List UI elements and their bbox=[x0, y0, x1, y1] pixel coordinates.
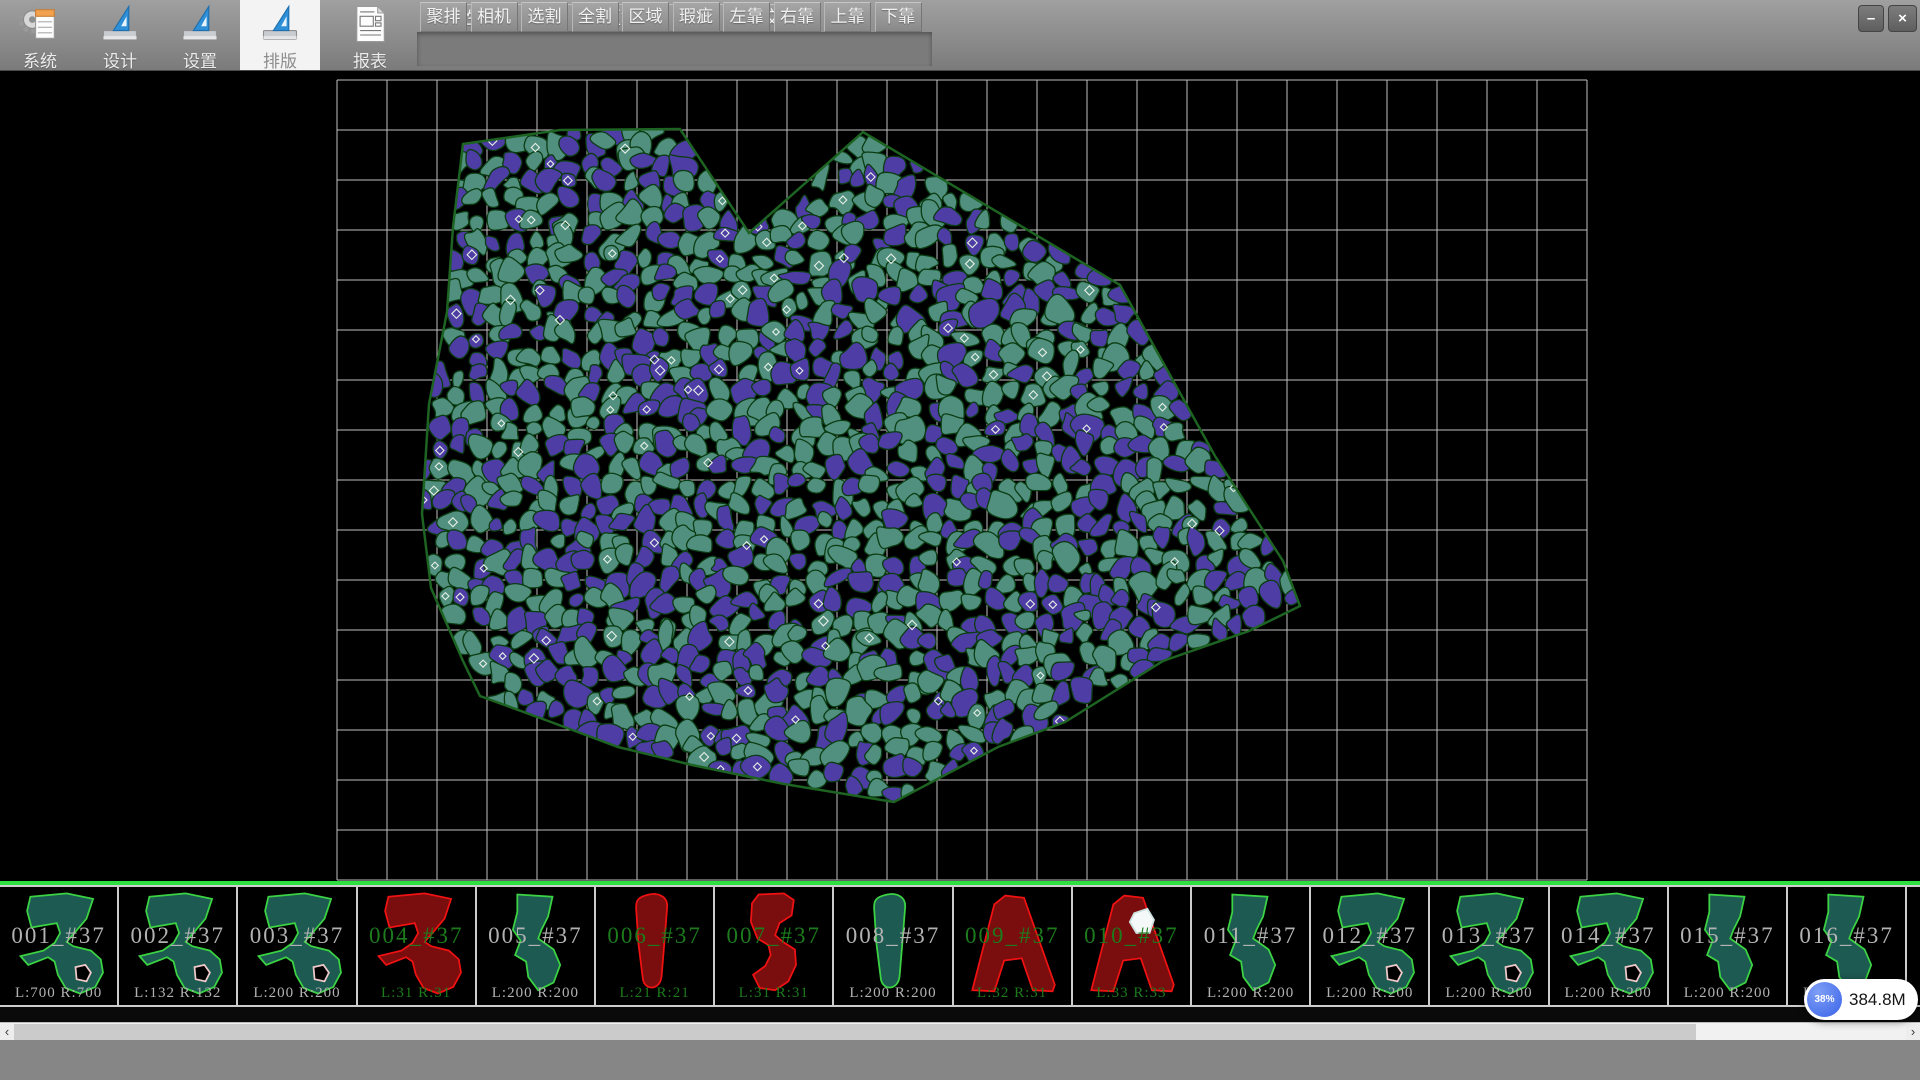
titlebar: 系统设计设置排版报表 属性编辑区域排料交互 聚排相机选割全割区域瑕疵左靠右靠上靠… bbox=[0, 0, 1920, 71]
piece-id-label: 002_#37 bbox=[119, 923, 236, 949]
app-tab-settings[interactable]: 设置 bbox=[160, 0, 240, 70]
piece-id-label: 003_#37 bbox=[238, 923, 355, 949]
tool-button-camera[interactable]: 相机 bbox=[471, 2, 518, 32]
piece-lr-label: L:200 R:200 bbox=[238, 985, 355, 1002]
tool-panel bbox=[417, 32, 932, 66]
piece-id-label: 013_#37 bbox=[1430, 923, 1547, 949]
app-tab-system[interactable]: 系统 bbox=[0, 0, 80, 70]
piece-id-label: 006_#37 bbox=[596, 923, 713, 949]
minimize-button[interactable]: – bbox=[1858, 5, 1884, 32]
thumbnail-cell[interactable]: 009_#37 L:32 R:31 bbox=[954, 887, 1073, 1005]
thumbnail-cell[interactable]: 006_#37 L:21 R:21 bbox=[596, 887, 715, 1005]
app-tab-label: 设置 bbox=[160, 47, 240, 72]
piece-lr-label: L:700 R:700 bbox=[0, 985, 117, 1002]
horizontal-scrollbar[interactable]: ‹ › bbox=[0, 1022, 1920, 1040]
piece-lr-label: L:21 R:21 bbox=[596, 985, 713, 1002]
memory-status-badge: 38% 384.8M bbox=[1804, 979, 1918, 1020]
app-tab-layout[interactable]: 排版 bbox=[240, 0, 320, 70]
tool-button-snap-top[interactable]: 上靠 bbox=[824, 2, 871, 32]
piece-id-label: 007_#37 bbox=[715, 923, 832, 949]
piece-lr-label: L:200 R:200 bbox=[477, 985, 594, 1002]
nesting-canvas[interactable] bbox=[0, 71, 1920, 881]
piece-lr-label: L:31 R:31 bbox=[358, 985, 475, 1002]
thumbnail-cell[interactable]: 010_#37 L:33 R:33 bbox=[1073, 887, 1192, 1005]
thumbnail-cell[interactable]: 005_#37 L:200 R:200 bbox=[477, 887, 596, 1005]
status-bar bbox=[0, 1040, 1920, 1080]
piece-id-label: 004_#37 bbox=[358, 923, 475, 949]
app-tab-design[interactable]: 设计 bbox=[80, 0, 160, 70]
thumbnail-cell[interactable]: 015_#37 L:200 R:200 bbox=[1669, 887, 1788, 1005]
piece-lr-label: L:200 R:200 bbox=[1192, 985, 1309, 1002]
thumbnail-cell[interactable]: 012_#37 L:200 R:200 bbox=[1311, 887, 1430, 1005]
thumbnail-cells: 001_#37L:700 R:700002_#37L:132 R:132003_… bbox=[0, 885, 1920, 1007]
tool-button-cluster-nest[interactable]: 聚排 bbox=[420, 2, 467, 32]
scroll-right-button[interactable]: › bbox=[1906, 1024, 1920, 1040]
piece-lr-label: L:200 R:200 bbox=[1430, 985, 1547, 1002]
tool-button-defect[interactable]: 瑕疵 bbox=[673, 2, 720, 32]
thumbnail-cell[interactable]: 004_#37 L:31 R:31 bbox=[358, 887, 477, 1005]
scrollbar-thumb[interactable] bbox=[14, 1024, 1696, 1040]
piece-id-label: 015_#37 bbox=[1669, 923, 1786, 949]
piece-id-label: 008_#37 bbox=[834, 923, 951, 949]
piece-lr-label: L:32 R:31 bbox=[954, 985, 1071, 1002]
piece-id-label: 005_#37 bbox=[477, 923, 594, 949]
app-tab-label: 设计 bbox=[80, 47, 160, 72]
memory-label: 384.8M bbox=[1849, 979, 1906, 1020]
piece-lr-label: L:200 R:200 bbox=[834, 985, 951, 1002]
app-tab-label: 排版 bbox=[240, 47, 320, 72]
tool-button-snap-bottom[interactable]: 下靠 bbox=[875, 2, 922, 32]
tool-button-snap-right[interactable]: 右靠 bbox=[774, 2, 821, 32]
piece-lr-label: L:31 R:31 bbox=[715, 985, 832, 1002]
piece-lr-label: L:200 R:200 bbox=[1311, 985, 1428, 1002]
piece-id-label: 009_#37 bbox=[954, 923, 1071, 949]
piece-id-label: 012_#37 bbox=[1311, 923, 1428, 949]
tool-button-select-cut[interactable]: 选割 bbox=[521, 2, 568, 32]
piece-id-label: 014_#37 bbox=[1550, 923, 1667, 949]
thumbnail-cell[interactable]: 013_#37 L:200 R:200 bbox=[1430, 887, 1549, 1005]
piece-lr-label: L:200 R:200 bbox=[1669, 985, 1786, 1002]
thumbnail-cell[interactable]: 001_#37 L:700 R:700 bbox=[0, 887, 119, 1005]
thumbnail-cell[interactable]: 007_#37 L:31 R:31 bbox=[715, 887, 834, 1005]
thumbnail-cell[interactable]: 002_#37 L:132 R:132 bbox=[119, 887, 238, 1005]
nested-pieces bbox=[414, 118, 1304, 803]
piece-id-label: 016_#37 bbox=[1788, 923, 1905, 949]
thumbnail-strip: 001_#37L:700 R:700002_#37L:132 R:132003_… bbox=[0, 881, 1920, 1022]
thumbnail-cell[interactable]: 011_#37 L:200 R:200 bbox=[1192, 887, 1311, 1005]
scroll-left-button[interactable]: ‹ bbox=[0, 1024, 14, 1040]
close-button[interactable]: × bbox=[1888, 5, 1917, 32]
piece-id-label: 010_#37 bbox=[1073, 923, 1190, 949]
thumbnail-cell[interactable]: 014_#37 L:200 R:200 bbox=[1550, 887, 1669, 1005]
app-tab-label: 报表 bbox=[330, 47, 410, 72]
piece-id-label: 001_#37 bbox=[0, 923, 117, 949]
tool-button-snap-left[interactable]: 左靠 bbox=[723, 2, 770, 32]
piece-id-label: 011_#37 bbox=[1192, 923, 1309, 949]
tool-button-cut-all[interactable]: 全割 bbox=[572, 2, 619, 32]
thumbnail-cell[interactable]: 003_#37 L:200 R:200 bbox=[238, 887, 357, 1005]
progress-circle: 38% bbox=[1807, 982, 1842, 1017]
thumbnail-cell[interactable]: 008_#37 L:200 R:200 bbox=[834, 887, 953, 1005]
piece-lr-label: L:132 R:132 bbox=[119, 985, 236, 1002]
nest-canvas-svg[interactable] bbox=[0, 71, 1920, 881]
piece-id-label: 0 bbox=[1907, 923, 1920, 949]
piece-lr-label: L:200 R:200 bbox=[1550, 985, 1667, 1002]
piece-lr-label: L:33 R:33 bbox=[1073, 985, 1190, 1002]
app-tab-report[interactable]: 报表 bbox=[330, 0, 410, 70]
app-tab-label: 系统 bbox=[0, 47, 80, 72]
tool-button-region[interactable]: 区域 bbox=[622, 2, 669, 32]
